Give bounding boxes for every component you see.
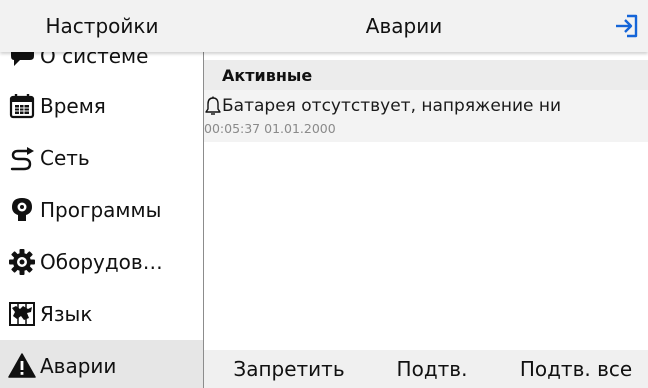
- network-route-icon: [8, 144, 36, 172]
- sidebar-item-label: Программы: [40, 198, 162, 222]
- alarms-panel: Активные Батарея отсутствует, напряжение…: [204, 52, 648, 350]
- acknowledge-all-button[interactable]: Подтв. все: [504, 350, 648, 388]
- sidebar-item-label: Сеть: [40, 146, 90, 170]
- action-bar: Запретить Подтв. Подтв. все: [204, 350, 648, 388]
- sidebar-item-label: О системе: [40, 52, 149, 68]
- sidebar-item-equipment[interactable]: Оборудов…: [0, 236, 203, 288]
- settings-title: Настройки: [45, 14, 159, 38]
- page-title: Аварии: [365, 14, 443, 38]
- sidebar-item-about[interactable]: О системе: [0, 52, 203, 82]
- sidebar-item-time[interactable]: Время: [0, 80, 203, 132]
- map-icon: [8, 300, 36, 328]
- disable-button[interactable]: Запретить: [214, 350, 364, 388]
- sidebar-item-label: Аварии: [40, 354, 117, 378]
- chat-bubble-icon: [8, 52, 36, 70]
- sidebar-item-programs[interactable]: Программы: [0, 184, 203, 236]
- alarm-row[interactable]: Батарея отсутствует, напряжение ни 00:05…: [204, 90, 648, 142]
- sidebar-item-language[interactable]: Язык: [0, 288, 203, 340]
- sidebar-item-label: Язык: [40, 302, 93, 326]
- alarm-timestamp: 00:05:37 01.01.2000: [204, 121, 336, 136]
- sidebar: О системе Время Сеть Программы Оборудов……: [0, 52, 203, 388]
- acknowledge-button[interactable]: Подтв.: [384, 350, 480, 388]
- sidebar-item-alarms[interactable]: Аварии: [0, 340, 203, 388]
- sidebar-item-label: Время: [40, 94, 106, 118]
- warning-icon: [8, 352, 36, 380]
- bell-icon: [204, 96, 222, 116]
- gear-icon: [8, 248, 36, 276]
- section-header-active: Активные: [204, 60, 648, 90]
- top-bar: Настройки Аварии: [0, 0, 648, 52]
- sidebar-item-network[interactable]: Сеть: [0, 132, 203, 184]
- calendar-icon: [8, 92, 36, 120]
- app-icon: [8, 196, 36, 224]
- sidebar-item-label: Оборудов…: [40, 250, 163, 274]
- exit-icon[interactable]: [612, 12, 640, 40]
- alarm-message: Батарея отсутствует, напряжение ни: [222, 96, 562, 116]
